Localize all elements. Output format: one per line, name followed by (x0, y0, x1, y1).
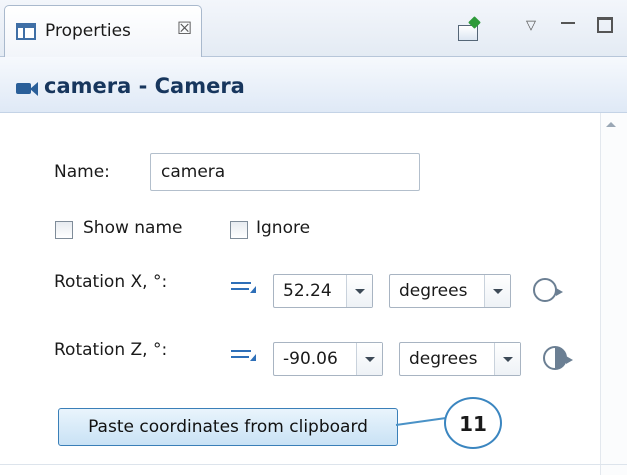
static-value-icon[interactable] (231, 281, 257, 295)
maximize-icon[interactable] (597, 17, 613, 33)
chevron-down-icon[interactable] (356, 343, 382, 375)
camera-icon (16, 81, 38, 96)
tab-label: Properties (45, 21, 131, 41)
chevron-down-icon[interactable] (484, 275, 510, 307)
rotation-z-unit: degrees (409, 349, 478, 369)
tab-properties[interactable]: Properties ☒ (4, 5, 202, 57)
vertical-scrollbar[interactable] (600, 113, 627, 475)
rotation-z-label: Rotation Z, °: (54, 340, 168, 360)
rotation-x-visual-icon (533, 276, 563, 304)
ignore-checkbox[interactable] (230, 221, 248, 239)
close-icon[interactable]: ☒ (177, 19, 192, 39)
rotation-x-value: 52.24 (283, 281, 332, 301)
rotation-z-visual-icon (543, 344, 573, 372)
ignore-label: Ignore (256, 218, 311, 238)
divider (0, 464, 627, 465)
view-menu-icon[interactable]: ▽ (526, 18, 536, 33)
minimize-icon[interactable] (561, 22, 575, 24)
rotation-x-unit-combo[interactable]: degrees (389, 274, 511, 308)
rotation-z-unit-combo[interactable]: degrees (399, 342, 521, 376)
properties-icon (16, 23, 36, 40)
callout-badge: 11 (444, 397, 502, 449)
name-label: Name: (54, 162, 110, 182)
show-name-label: Show name (83, 218, 183, 238)
chevron-down-icon[interactable] (346, 275, 372, 307)
paste-coordinates-button[interactable]: Paste coordinates from clipboard (58, 408, 398, 446)
rotation-z-value-combo[interactable]: -90.06 (273, 342, 383, 376)
name-field[interactable]: camera (150, 153, 420, 191)
properties-header: camera - Camera (0, 57, 627, 113)
new-view-icon[interactable] (458, 25, 478, 41)
rotation-z-value: -90.06 (283, 349, 338, 369)
static-value-icon[interactable] (231, 349, 257, 363)
show-name-checkbox[interactable] (55, 221, 73, 239)
rotation-x-unit: degrees (399, 281, 468, 301)
rotation-x-value-combo[interactable]: 52.24 (273, 274, 373, 308)
scroll-up-arrow-icon[interactable] (606, 122, 616, 127)
rotation-x-label: Rotation X, °: (54, 272, 168, 292)
page-title: camera - Camera (44, 74, 245, 98)
view-tab-bar: Properties ☒ ▽ (0, 0, 627, 57)
chevron-down-icon[interactable] (494, 343, 520, 375)
